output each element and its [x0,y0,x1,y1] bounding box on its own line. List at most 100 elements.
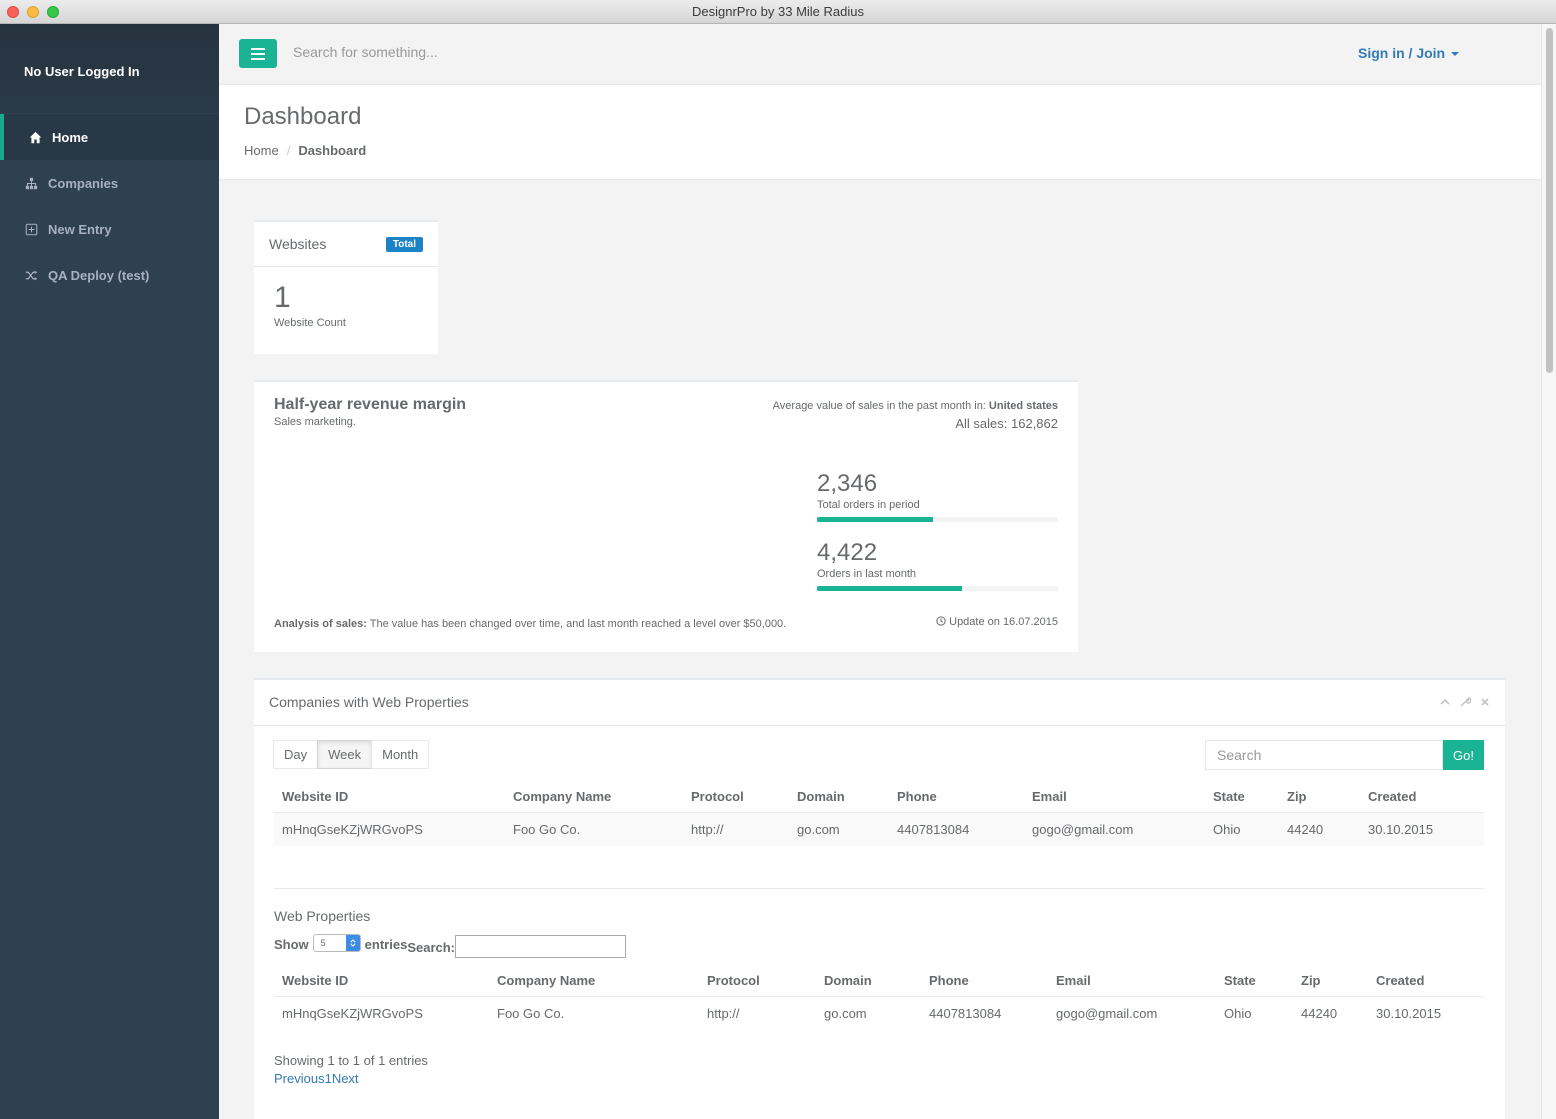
website-count-label: Website Count [274,317,346,329]
cell-website-id: mHnqGseKZjWRGvoPS [282,822,423,837]
companies-search-input[interactable] [1205,740,1443,770]
sidebar-item-home[interactable]: Home [0,114,219,160]
cell-state: Ohio [1224,1006,1252,1021]
table-row[interactable]: mHnqGseKZjWRGvoPS Foo Go Co. http:// go.… [274,812,1484,846]
cell-zip: 44240 [1287,822,1324,837]
column-header[interactable]: Domain [789,781,889,813]
web-properties-table: Website ID Company Name Protocol Domain … [274,965,1484,1030]
column-header[interactable]: State [1216,965,1293,997]
column-header[interactable]: Phone [889,781,1024,813]
wrench-icon[interactable] [1459,696,1471,708]
show-label: Show [274,937,309,952]
revenue-title: Half-year revenue margin [274,396,467,413]
column-header[interactable]: Zip [1293,965,1368,997]
sidebar-header: No User Logged In [0,24,219,113]
datatable-search-label: Search: [407,940,456,955]
zoom-window-button[interactable] [47,6,59,18]
column-header[interactable]: Website ID [274,781,505,813]
window-title: DesignrPro by 33 Mile Radius [692,4,864,19]
page-scrollbar[interactable] [1541,24,1556,1119]
progress-track [817,586,1058,591]
table-header-row: Website ID Company Name Protocol Domain … [274,781,1484,813]
total-badge: Total [385,237,423,252]
avg-sales-region: United states [988,400,1058,412]
top-navbar: Sign in / Join [219,24,1541,85]
entries-length-value: 5 [320,938,326,948]
previous-page-link[interactable]: Previous [274,1071,325,1086]
sales-summary: Average value of sales in the past month… [773,400,1058,431]
column-header[interactable]: Protocol [683,781,789,813]
cell-created: 30.10.2015 [1376,1006,1442,1021]
column-header[interactable]: Protocol [699,965,816,997]
table-row[interactable]: mHnqGseKZjWRGvoPS Foo Go Co. http:// go.… [274,997,1484,1031]
stat-last-month-orders: 4,422 Orders in last month [817,539,1058,591]
minimize-window-button[interactable] [27,6,39,18]
next-page-link[interactable]: Next [332,1071,359,1086]
sign-in-join-link[interactable]: Sign in / Join [1358,45,1460,61]
column-header[interactable]: Email [1024,781,1205,813]
sitemap-icon [24,177,38,190]
sidebar-item-new-entry[interactable]: New Entry [0,206,219,252]
column-header[interactable]: Created [1368,965,1484,997]
revenue-subtitle: Sales marketing. [274,416,356,428]
stat-label: Total orders in period [817,499,920,511]
column-header[interactable]: Domain [816,965,921,997]
datatable-info: Showing 1 to 1 of 1 entries [274,1053,428,1068]
companies-widget-title: Companies with Web Properties [269,694,469,710]
column-header[interactable]: Company Name [505,781,683,813]
close-icon[interactable] [1479,696,1491,708]
sidebar: No User Logged In Home Companies New Ent… [0,24,219,1119]
websites-widget: Websites Total 1 Website Count [254,220,438,354]
sidebar-item-label: New Entry [48,221,112,237]
column-header[interactable]: Website ID [274,965,489,997]
cell-state: Ohio [1213,822,1241,837]
cell-zip: 44240 [1301,1006,1338,1021]
menu-icon [251,47,265,60]
menu-toggle-button[interactable] [239,39,277,68]
range-month-button[interactable]: Month [371,740,430,769]
close-window-button[interactable] [7,6,19,18]
range-week-button[interactable]: Week [317,740,373,769]
sidebar-item-companies[interactable]: Companies [0,160,219,206]
progress-bar [817,586,962,591]
cell-created: 30.10.2015 [1368,822,1434,837]
sidebar-item-label: Home [52,129,89,145]
go-button[interactable]: Go! [1443,740,1484,770]
column-header[interactable]: State [1205,781,1279,813]
progress-track [817,517,1058,522]
collapse-chevron-up-icon[interactable] [1439,696,1451,708]
top-search-input[interactable] [293,44,693,60]
sidebar-item-qa-deploy[interactable]: QA Deploy (test) [0,252,219,298]
progress-bar [817,517,933,522]
range-day-button[interactable]: Day [273,740,319,769]
update-text: Update on 16.07.2015 [949,616,1058,628]
cell-website-id: mHnqGseKZjWRGvoPS [282,1006,423,1021]
websites-widget-header: Websites Total [254,220,438,267]
website-count-value: 1 [274,281,291,314]
column-header[interactable]: Company Name [489,965,699,997]
column-header[interactable]: Created [1360,781,1484,813]
stat-label: Orders in last month [817,568,917,580]
column-header[interactable]: Email [1048,965,1216,997]
column-header[interactable]: Zip [1279,781,1360,813]
caret-down-icon [1451,52,1460,57]
revenue-widget: Half-year revenue margin Sales marketing… [254,380,1078,652]
cell-email: gogo@gmail.com [1056,1006,1158,1021]
avg-sales-label: Average value of sales in the past month… [772,400,989,412]
date-range-button-group: Day Week Month [273,740,430,769]
page-1-link[interactable]: 1 [325,1071,332,1086]
widget-tools [1439,696,1491,708]
entries-length-select[interactable]: 5 [312,934,361,952]
window-titlebar: DesignrPro by 33 Mile Radius [0,0,1556,24]
datatable-search-input[interactable] [455,935,627,958]
cell-protocol: http:// [691,822,724,837]
sidebar-item-label: Companies [48,175,119,191]
stat-value: 4,422 [817,539,878,566]
breadcrumb-home-link[interactable]: Home [244,143,279,158]
companies-table: Website ID Company Name Protocol Domain … [274,781,1484,846]
cell-phone: 4407813084 [929,1006,1002,1021]
cell-domain: go.com [797,822,840,837]
scrollbar-thumb[interactable] [1546,28,1553,373]
datatable-controls: Show 5 entries Search: [274,934,627,958]
column-header[interactable]: Phone [921,965,1048,997]
